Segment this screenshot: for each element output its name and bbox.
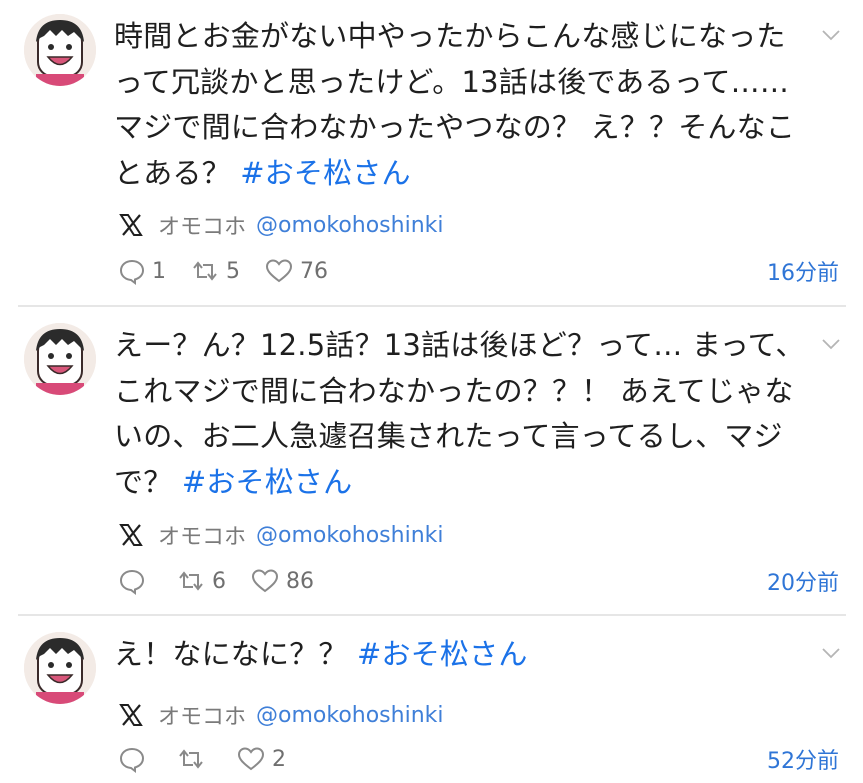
tweet-text: えー？ん？12.5話？13話は後ほど？って… まって、これマジで間に合わなかった… <box>114 323 814 505</box>
action-bar: 2 52分前 <box>118 744 839 774</box>
source-name: オモコホ <box>158 215 247 240</box>
source-name: オモコホ <box>158 525 247 550</box>
chevron-down-icon[interactable] <box>821 337 841 351</box>
retweet-count: 6 <box>212 568 226 594</box>
x-logo-icon <box>119 524 143 546</box>
reply-count: 1 <box>152 258 166 284</box>
tweet-source: オモコホ @omokohoshinki <box>118 701 444 730</box>
tweet-card[interactable]: えー？ん？12.5話？13話は後ほど？って… まって、これマジで間に合わなかった… <box>0 307 863 615</box>
like-count: 86 <box>286 568 314 594</box>
x-logo-icon <box>119 704 143 726</box>
tweet-source: オモコホ @omokohoshinki <box>118 521 444 550</box>
tweet-card[interactable]: え！なになに？？ #おそ松さん オモコホ @omokohoshinki 2 52… <box>0 616 863 783</box>
action-bar: 6 86 20分前 <box>118 566 839 596</box>
tweet-text: 時間とお金がない中やったからこんな感じになったって冗談かと思ったけど。13話は後… <box>114 14 814 196</box>
tweet-text: え！なになに？？ #おそ松さん <box>114 632 814 678</box>
like-count: 76 <box>300 258 328 284</box>
like-button[interactable]: 86 <box>250 567 314 595</box>
user-handle[interactable]: @omokohoshinki <box>256 213 443 238</box>
user-handle[interactable]: @omokohoshinki <box>256 523 443 548</box>
speech-bubble-icon <box>119 259 145 285</box>
like-button[interactable]: 2 <box>236 745 286 773</box>
source-name: オモコホ <box>158 705 247 730</box>
hashtag-link[interactable]: #おそ松さん <box>240 156 411 190</box>
timestamp[interactable]: 52分前 <box>767 743 839 775</box>
retweet-button[interactable]: 5 <box>190 257 240 285</box>
tweet-card[interactable]: 時間とお金がない中やったからこんな感じになったって冗談かと思ったけど。13話は後… <box>0 0 863 306</box>
retweet-icon <box>179 749 203 769</box>
speech-bubble-icon <box>119 747 145 773</box>
chevron-down-icon[interactable] <box>821 28 841 42</box>
osomatsu-avatar-icon <box>24 632 96 704</box>
avatar[interactable] <box>24 632 96 704</box>
osomatsu-avatar-icon <box>24 323 96 395</box>
tweet-body: え！なになに？？ <box>114 637 358 671</box>
osomatsu-avatar-icon <box>24 14 96 86</box>
reply-button[interactable] <box>118 745 152 773</box>
heart-icon <box>251 569 279 593</box>
heart-icon <box>265 259 293 283</box>
speech-bubble-icon <box>119 569 145 595</box>
user-handle[interactable]: @omokohoshinki <box>256 703 443 728</box>
chevron-down-icon[interactable] <box>821 646 841 660</box>
retweet-count: 5 <box>226 258 240 284</box>
x-logo-icon <box>119 214 143 236</box>
like-count: 2 <box>272 746 286 772</box>
hashtag-link[interactable]: #おそ松さん <box>182 465 353 499</box>
retweet-icon <box>179 571 203 591</box>
reply-button[interactable] <box>118 567 152 595</box>
tweet-body: 時間とお金がない中やったからこんな感じになったって冗談かと思ったけど。13話は後… <box>114 19 796 190</box>
tweet-source: オモコホ @omokohoshinki <box>118 211 444 240</box>
heart-icon <box>237 747 265 771</box>
hashtag-link[interactable]: #おそ松さん <box>357 637 528 671</box>
timestamp[interactable]: 16分前 <box>767 255 839 287</box>
like-button[interactable]: 76 <box>264 257 328 285</box>
action-bar: 1 5 76 16分前 <box>118 256 839 286</box>
retweet-button[interactable]: 6 <box>176 567 226 595</box>
retweet-icon <box>193 261 217 281</box>
avatar[interactable] <box>24 14 96 86</box>
reply-button[interactable]: 1 <box>118 257 166 285</box>
avatar[interactable] <box>24 323 96 395</box>
timestamp[interactable]: 20分前 <box>767 565 839 597</box>
retweet-button[interactable] <box>176 745 212 773</box>
